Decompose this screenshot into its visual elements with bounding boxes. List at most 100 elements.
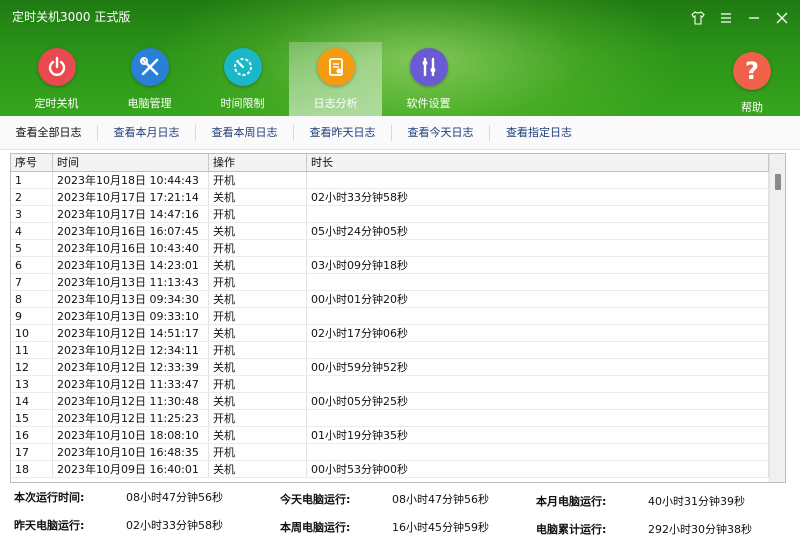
nav-item-computer-management[interactable]: 电脑管理 [103, 42, 196, 116]
cell-time: 2023年10月18日 10:44:43 [53, 172, 209, 188]
table-row[interactable]: 11 2023年10月12日 12:34:11 开机 [11, 342, 785, 359]
table-row[interactable]: 3 2023年10月17日 14:47:16 开机 [11, 206, 785, 223]
column-header-index[interactable]: 序号 [11, 154, 53, 171]
tab-all-logs[interactable]: 查看全部日志 [0, 124, 98, 141]
stat-today: 今天电脑运行: [280, 491, 350, 507]
cell-time: 2023年10月12日 11:25:23 [53, 410, 209, 426]
cell-action: 开机 [209, 206, 307, 222]
cell-action: 开机 [209, 410, 307, 426]
column-header-action[interactable]: 操作 [209, 154, 307, 171]
stat-week-value: 16小时45分钟59秒 [392, 521, 489, 534]
cell-action: 关机 [209, 223, 307, 239]
nav-label: 定时关机 [34, 97, 79, 110]
cell-duration [307, 410, 769, 426]
cell-index: 3 [11, 206, 53, 222]
table-row[interactable]: 1 2023年10月18日 10:44:43 开机 [11, 172, 785, 189]
table-row[interactable]: 5 2023年10月16日 10:43:40 开机 [11, 240, 785, 257]
help-icon: ? [733, 52, 771, 90]
table-row[interactable]: 6 2023年10月13日 14:23:01 关机 03小时09分钟18秒 [11, 257, 785, 274]
cell-action: 开机 [209, 172, 307, 188]
cell-duration: 00小时53分钟00秒 [307, 461, 769, 477]
stat-current-session: 本次运行时间: [14, 489, 84, 505]
stat-yesterday-value: 02小时33分钟58秒 [126, 519, 223, 532]
stat-yesterday: 昨天电脑运行: [14, 517, 84, 533]
tab-yesterday-logs[interactable]: 查看昨天日志 [294, 124, 392, 141]
stat-month-value: 40小时31分钟39秒 [648, 495, 745, 508]
window-title: 定时关机3000 正式版 [12, 10, 131, 24]
tab-custom-logs[interactable]: 查看指定日志 [490, 125, 588, 141]
table-row[interactable]: 18 2023年10月09日 16:40:01 关机 00小时53分钟00秒 [11, 461, 785, 478]
stat-total: 电脑累计运行: [536, 521, 606, 537]
table-row[interactable]: 16 2023年10月10日 18:08:10 关机 01小时19分钟35秒 [11, 427, 785, 444]
cell-time: 2023年10月13日 11:13:43 [53, 274, 209, 290]
close-icon[interactable] [774, 10, 790, 26]
vertical-scrollbar[interactable] [769, 154, 785, 482]
cell-index: 7 [11, 274, 53, 290]
table-row[interactable]: 14 2023年10月12日 11:30:48 关机 00小时05分钟25秒 [11, 393, 785, 410]
help-button[interactable]: ? 帮助 [722, 52, 782, 115]
table-row[interactable]: 8 2023年10月13日 09:34:30 关机 00小时01分钟20秒 [11, 291, 785, 308]
nav-item-log-analysis[interactable]: 日志分析 [289, 42, 382, 116]
stat-week: 本周电脑运行: [280, 519, 350, 535]
cell-time: 2023年10月12日 11:33:47 [53, 376, 209, 392]
cell-index: 9 [11, 308, 53, 324]
stat-today-value: 08小时47分钟56秒 [392, 493, 489, 506]
tab-month-logs[interactable]: 查看本月日志 [98, 124, 196, 141]
cell-action: 关机 [209, 359, 307, 375]
cell-action: 关机 [209, 325, 307, 341]
cell-index: 2 [11, 189, 53, 205]
cell-action: 关机 [209, 291, 307, 307]
cell-duration [307, 274, 769, 290]
table-row[interactable]: 13 2023年10月12日 11:33:47 开机 [11, 376, 785, 393]
nav-item-software-settings[interactable]: 软件设置 [382, 42, 475, 116]
scrollbar-thumb[interactable] [775, 174, 781, 190]
cell-action: 开机 [209, 274, 307, 290]
cell-time: 2023年10月09日 16:40:01 [53, 461, 209, 477]
table-row[interactable]: 7 2023年10月13日 11:13:43 开机 [11, 274, 785, 291]
nav-label: 时间限制 [220, 97, 265, 110]
nav-item-time-limit[interactable]: 时间限制 [196, 42, 289, 116]
cell-time: 2023年10月17日 17:21:14 [53, 189, 209, 205]
table-row[interactable]: 17 2023年10月10日 16:48:35 开机 [11, 444, 785, 461]
table-row[interactable]: 9 2023年10月13日 09:33:10 开机 [11, 308, 785, 325]
table-row[interactable]: 15 2023年10月12日 11:25:23 开机 [11, 410, 785, 427]
cell-time: 2023年10月16日 16:07:45 [53, 223, 209, 239]
cell-action: 开机 [209, 342, 307, 358]
cell-index: 15 [11, 410, 53, 426]
log-table: 序号 时间 操作 时长 1 2023年10月18日 10:44:43 开机 2 2023… [10, 153, 786, 483]
table-row[interactable]: 4 2023年10月16日 16:07:45 关机 05小时24分钟05秒 [11, 223, 785, 240]
cell-duration [307, 444, 769, 460]
cell-duration: 05小时24分钟05秒 [307, 223, 769, 239]
cell-duration [307, 342, 769, 358]
cell-time: 2023年10月13日 14:23:01 [53, 257, 209, 273]
app-header: 定时关机3000 正式版 定时关机 电脑管理 时间限制 日志分析 软件设置 ? … [0, 0, 800, 116]
nav-item-shutdown[interactable]: 定时关机 [10, 42, 103, 116]
cell-action: 开机 [209, 444, 307, 460]
table-row[interactable]: 12 2023年10月12日 12:33:39 关机 00小时59分钟52秒 [11, 359, 785, 376]
column-header-time[interactable]: 时间 [53, 154, 209, 171]
cell-time: 2023年10月10日 16:48:35 [53, 444, 209, 460]
minimize-icon[interactable] [746, 10, 762, 26]
cell-time: 2023年10月16日 10:43:40 [53, 240, 209, 256]
tab-week-logs[interactable]: 查看本周日志 [196, 124, 294, 141]
table-row[interactable]: 2 2023年10月17日 17:21:14 关机 02小时33分钟58秒 [11, 189, 785, 206]
stat-label: 本月电脑运行: [536, 495, 607, 508]
cell-duration: 03小时09分钟18秒 [307, 257, 769, 273]
cell-time: 2023年10月12日 11:30:48 [53, 393, 209, 409]
cell-duration: 00小时59分钟52秒 [307, 359, 769, 375]
main-nav: 定时关机 电脑管理 时间限制 日志分析 软件设置 [10, 42, 475, 116]
column-header-duration[interactable]: 时长 [307, 154, 769, 171]
tab-today-logs[interactable]: 查看今天日志 [392, 124, 490, 141]
cell-index: 13 [11, 376, 53, 392]
power-icon [37, 48, 76, 86]
menu-icon[interactable] [718, 10, 734, 26]
nav-label: 电脑管理 [127, 97, 172, 110]
cell-duration [307, 206, 769, 222]
runtime-stats: 本次运行时间: 08小时47分钟56秒 今天电脑运行: 08小时47分钟56秒 … [0, 483, 800, 542]
cell-action: 关机 [209, 393, 307, 409]
nav-label: 软件设置 [406, 97, 451, 110]
table-row[interactable]: 10 2023年10月12日 14:51:17 关机 02小时17分钟06秒 [11, 325, 785, 342]
help-label: 帮助 [741, 101, 763, 114]
shirt-icon[interactable] [690, 10, 706, 26]
cell-action: 关机 [209, 461, 307, 477]
